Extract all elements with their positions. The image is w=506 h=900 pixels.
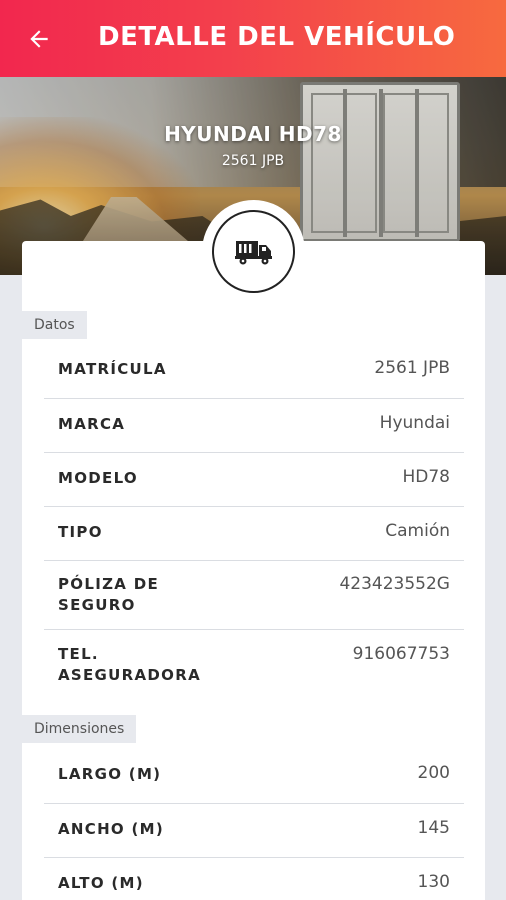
section-label-dimensiones: Dimensiones [22, 715, 137, 743]
row-key: TEL. ASEGURADORA [58, 645, 201, 684]
row-key: ALTO (M) [58, 874, 144, 892]
row-largo: LARGO (M) 200 [44, 749, 464, 804]
vehicle-plate: 2561 JPB [221, 153, 285, 169]
row-key: MODELO [58, 469, 138, 487]
row-value: HD78 [402, 467, 450, 487]
row-tel-aseguradora: TEL. ASEGURADORA 916067753 [44, 630, 464, 700]
row-key: MARCA [58, 415, 126, 433]
row-value: Hyundai [379, 413, 450, 433]
vehicle-badge-ring [212, 210, 295, 293]
row-tipo: TIPO Camión [44, 507, 464, 561]
row-value: Camión [385, 521, 450, 541]
row-key: PÓLIZA DE SEGURO [58, 575, 159, 614]
row-marca: MARCA Hyundai [44, 399, 464, 453]
section-label-datos: Datos [22, 311, 87, 339]
app-bar: DETALLE DEL VEHÍCULO [0, 0, 506, 77]
page-title: DETALLE DEL VEHÍCULO [98, 22, 456, 52]
row-matricula: MATRÍCULA 2561 JPB [44, 344, 464, 399]
row-key: ANCHO (M) [58, 820, 165, 838]
truck-icon [234, 240, 272, 264]
row-value: 130 [417, 872, 450, 892]
row-value: 200 [417, 763, 450, 783]
row-value: 423423552G [339, 574, 450, 594]
row-key: TIPO [58, 523, 103, 541]
row-value: 916067753 [352, 644, 450, 664]
row-ancho: ANCHO (M) 145 [44, 804, 464, 858]
back-button[interactable] [22, 22, 56, 56]
row-value: 145 [417, 818, 450, 838]
arrow-left-icon [30, 30, 48, 48]
row-value: 2561 JPB [374, 358, 450, 378]
row-key: LARGO (M) [58, 765, 162, 783]
vehicle-name: HYUNDAI HD78 [164, 122, 342, 146]
row-modelo: MODELO HD78 [44, 453, 464, 507]
row-alto: ALTO (M) 130 [44, 858, 464, 900]
row-poliza: PÓLIZA DE SEGURO 423423552G [44, 561, 464, 630]
row-key: MATRÍCULA [58, 360, 167, 378]
